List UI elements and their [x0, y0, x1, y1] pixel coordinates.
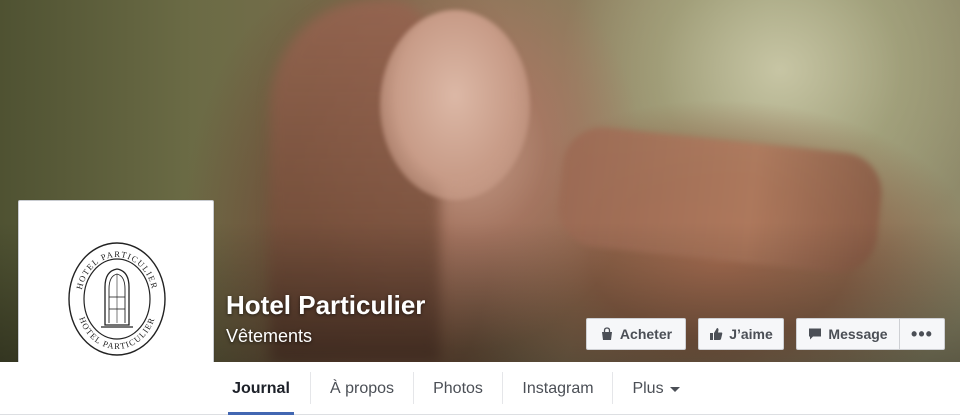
page-title[interactable]: Hotel Particulier [226, 290, 425, 321]
like-button[interactable]: J’aime [698, 318, 784, 350]
shopping-bag-icon [600, 327, 614, 341]
buy-button-label: Acheter [619, 326, 673, 342]
more-options-icon: ••• [911, 323, 933, 344]
tab-more[interactable]: Plus [628, 362, 684, 415]
tab-divider [612, 372, 613, 404]
buy-button[interactable]: Acheter [586, 318, 686, 350]
tab-divider [413, 372, 414, 404]
tab-photos[interactable]: Photos [428, 362, 488, 415]
message-button[interactable]: Message [796, 318, 900, 350]
tab-divider [502, 372, 503, 404]
thumbs-up-icon [709, 327, 723, 341]
tab-instagram[interactable]: Instagram [518, 362, 598, 415]
message-bubble-icon [808, 327, 822, 341]
tab-divider [310, 372, 311, 404]
page-category[interactable]: Vêtements [226, 326, 312, 347]
tab-more-label: Plus [632, 379, 664, 397]
caret-down-icon [669, 387, 680, 392]
page-nav: Journal À propos Photos Instagram Plus [0, 362, 960, 415]
more-options-button[interactable]: ••• [899, 318, 945, 350]
like-button-label: J’aime [729, 326, 773, 342]
message-button-label: Message [828, 326, 888, 342]
cover-face [380, 10, 530, 200]
tab-about[interactable]: À propos [326, 362, 398, 415]
hotel-logo: HOTEL PARTICULIER HOTEL PARTICULIER [68, 242, 166, 356]
tab-journal[interactable]: Journal [228, 362, 294, 415]
